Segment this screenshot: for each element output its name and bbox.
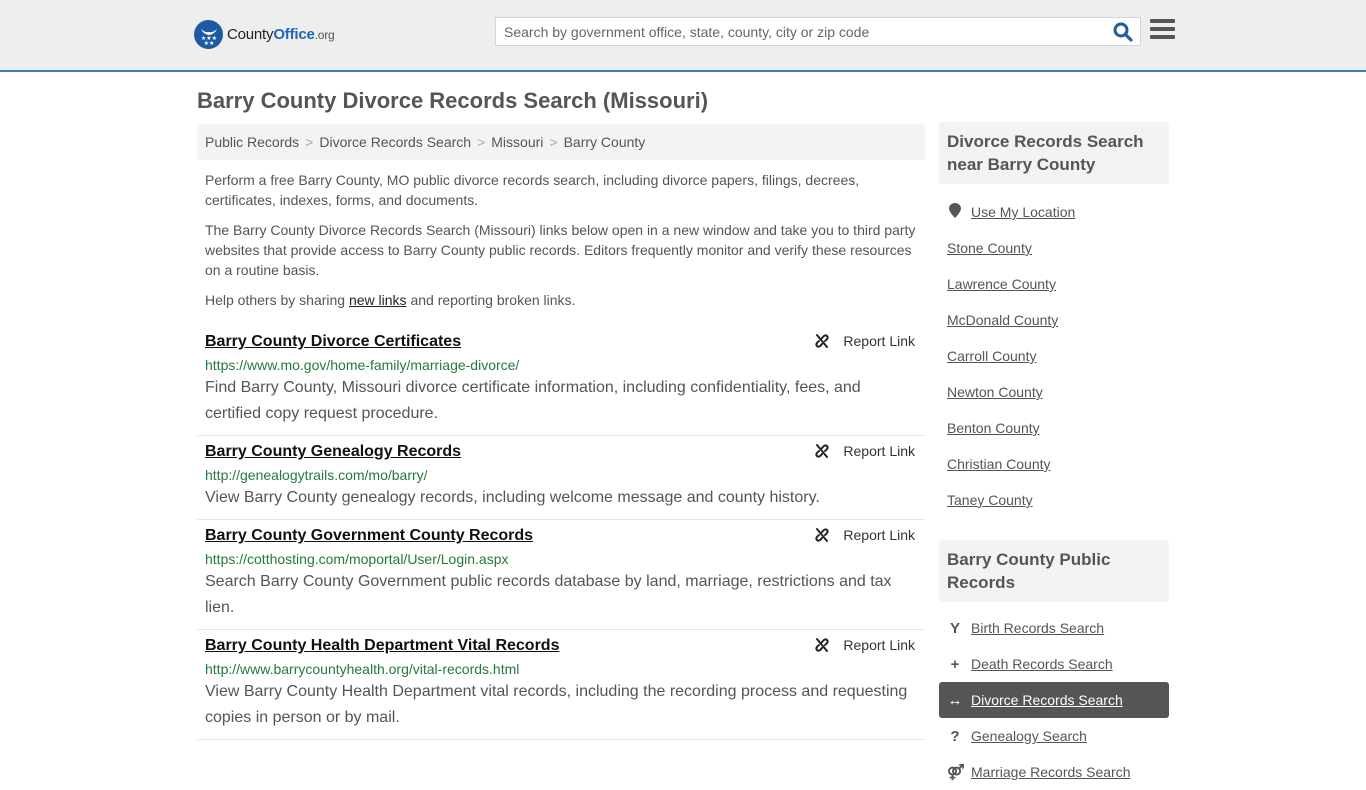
new-links-link[interactable]: new links [349,292,407,308]
result-url: https://www.mo.gov/home-family/marriage-… [205,357,520,373]
breadcrumb-divorce-records-search[interactable]: Divorce Records Search [319,134,471,150]
report-link-button[interactable]: Report Link [813,526,915,544]
search-box [495,17,1141,46]
breadcrumb-barry-county[interactable]: Barry County [564,134,646,150]
result-description: Search Barry County Government public re… [205,573,892,616]
hamburger-icon-bar [1150,35,1175,39]
nearby-county-link[interactable]: Christian County [939,446,1169,482]
menu-button[interactable] [1150,19,1175,42]
nearby-heading: Divorce Records Search near Barry County [939,122,1169,184]
logo-eagle-icon: ★★★ ★★ [194,20,223,49]
result-title-link[interactable]: Barry County Genealogy Records [205,443,461,461]
search-input[interactable] [496,18,1096,45]
nearby-county-link[interactable]: Stone County [939,230,1169,266]
child-icon: Y [949,619,960,637]
logo[interactable]: ★★★ ★★ CountyOffice.org [194,20,335,49]
search-button[interactable] [1112,21,1134,43]
intro-paragraph: Perform a free Barry County, MO public d… [205,172,860,208]
result-url: http://genealogytrails.com/mo/barry/ [205,467,428,483]
result-description: View Barry County genealogy records, inc… [205,489,820,506]
result-description: Find Barry County, Missouri divorce cert… [205,379,861,422]
result-title-link[interactable]: Barry County Health Department Vital Rec… [205,637,559,655]
nearby-county-link[interactable]: Carroll County [939,338,1169,374]
venus-mars-icon: ⚤ [947,764,965,781]
search-icon [1113,22,1133,42]
sidebar-item-genealogy[interactable]: ? Genealogy Search [939,718,1169,754]
sidebar: Divorce Records Search near Barry County… [939,122,1169,790]
intro-sharing: Help others by sharing new links and rep… [205,292,576,308]
report-link-button[interactable]: Report Link [813,636,915,654]
result-url: https://cotthosting.com/moportal/User/Lo… [205,551,509,567]
breadcrumb-public-records[interactable]: Public Records [205,134,299,150]
result-title-link[interactable]: Barry County Government County Records [205,527,533,545]
result-url: http://www.barrycountyhealth.org/vital-r… [205,661,520,677]
report-link-button[interactable]: Report Link [813,332,915,350]
arrows-horizontal-icon: ↔ [947,691,963,709]
intro-paragraph: The Barry County Divorce Records Search … [205,222,916,278]
hamburger-icon-bar [1150,19,1175,23]
page-title: Barry County Divorce Records Search (Mis… [197,88,709,113]
result-item: Barry County Government County Records R… [197,520,925,630]
report-link-button[interactable]: Report Link [813,442,915,460]
breadcrumb-separator: > [305,134,314,150]
public-records-heading: Barry County Public Records [939,540,1169,602]
result-item: Barry County Health Department Vital Rec… [197,630,925,740]
breadcrumb-separator: > [477,134,486,150]
result-item: Barry County Genealogy Records Report Li… [197,436,925,520]
breadcrumb: Public Records > Divorce Records Search > Mi… [197,124,925,160]
sidebar-item-marriage-records[interactable]: ⚤ Marriage Records Search [939,754,1169,790]
hamburger-icon-bar [1150,27,1175,31]
nearby-county-link[interactable]: Lawrence County [939,266,1169,302]
results-list: Barry County Divorce Certificates Report… [197,326,925,740]
result-title-link[interactable]: Barry County Divorce Certificates [205,333,461,351]
nearby-county-link[interactable]: Newton County [939,374,1169,410]
logo-text: CountyOffice.org [227,26,335,43]
broken-link-icon [815,638,830,652]
nearby-list: Use My Location Stone County Lawrence Co… [939,194,1169,518]
sidebar-item-birth-records[interactable]: Y Birth Records Search [939,610,1169,646]
map-marker-icon [947,202,963,222]
result-item: Barry County Divorce Certificates Report… [197,326,925,436]
sidebar-item-divorce-records[interactable]: ↔ Divorce Records Search [939,682,1169,718]
intro: Perform a free Barry County, MO public d… [205,170,920,320]
broken-link-icon [815,528,830,542]
site-header: ★★★ ★★ CountyOffice.org [0,0,1366,72]
nearby-county-link[interactable]: Taney County [939,482,1169,518]
broken-link-icon [815,334,830,348]
broken-link-icon [815,444,830,458]
nearby-county-link[interactable]: McDonald County [939,302,1169,338]
breadcrumb-separator: > [549,134,558,150]
plus-icon: + [950,655,960,673]
sidebar-item-death-records[interactable]: + Death Records Search [939,646,1169,682]
svg-text:★★: ★★ [203,40,214,46]
breadcrumb-missouri[interactable]: Missouri [491,134,543,150]
nearby-county-link[interactable]: Benton County [939,410,1169,446]
question-icon: ? [950,727,960,745]
result-description: View Barry County Health Department vita… [205,683,908,726]
public-records-list: Y Birth Records Search + Death Records S… [939,610,1169,790]
use-my-location-link[interactable]: Use My Location [939,194,1169,230]
